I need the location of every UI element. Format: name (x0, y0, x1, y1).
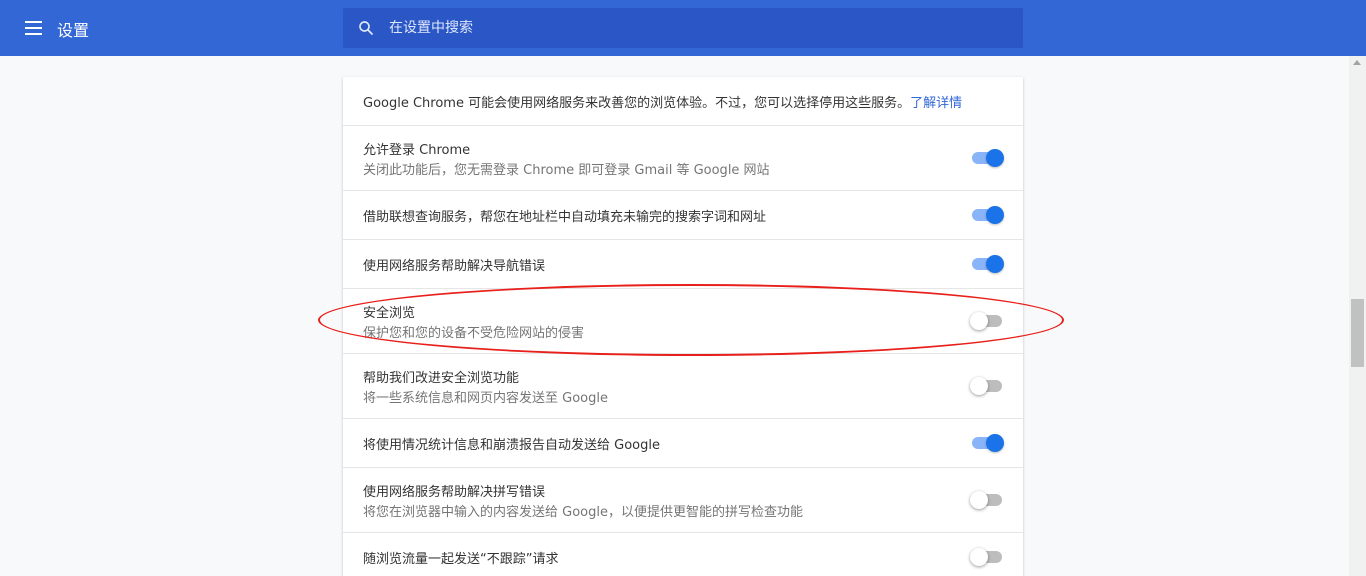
spelling-errors-toggle[interactable] (970, 491, 1004, 509)
setting-row-do-not-track: 随浏览流量一起发送“不跟踪”请求 (343, 532, 1023, 576)
setting-row-usage-statistics: 将使用情况统计信息和崩溃报告自动发送给 Google (343, 418, 1023, 467)
setting-title: 随浏览流量一起发送“不跟踪”请求 (363, 552, 559, 567)
setting-row-navigation-errors: 使用网络服务帮助解决导航错误 (343, 239, 1023, 288)
intro-description: Google Chrome 可能会使用网络服务来改善您的浏览体验。不过，您可以选… (363, 96, 911, 111)
setting-row-spelling-errors: 使用网络服务帮助解决拼写错误 将您在浏览器中输入的内容发送给 Google，以便… (343, 467, 1023, 532)
search-box[interactable] (343, 8, 1023, 48)
setting-subtitle: 关闭此功能后，您无需登录 Chrome 即可登录 Gmail 等 Google … (363, 163, 770, 178)
search-icon (359, 21, 373, 35)
vertical-scrollbar[interactable] (1349, 56, 1366, 576)
do-not-track-toggle[interactable] (970, 548, 1004, 566)
scrollbar-thumb[interactable] (1351, 299, 1364, 367)
setting-row-search-suggestions: 借助联想查询服务，帮您在地址栏中自动填充未输完的搜索字词和网址 (343, 190, 1023, 239)
setting-subtitle: 将您在浏览器中输入的内容发送给 Google，以便提供更智能的拼写检查功能 (363, 505, 803, 520)
setting-row-allow-chrome-signin: 允许登录 Chrome 关闭此功能后，您无需登录 Chrome 即可登录 Gma… (343, 125, 1023, 190)
setting-title: 使用网络服务帮助解决拼写错误 (363, 485, 546, 500)
search-suggestions-toggle[interactable] (970, 206, 1004, 224)
navigation-errors-toggle[interactable] (970, 255, 1004, 273)
setting-title: 安全浏览 (363, 306, 416, 321)
setting-title: 借助联想查询服务，帮您在地址栏中自动填充未输完的搜索字词和网址 (363, 210, 767, 225)
setting-title: 使用网络服务帮助解决导航错误 (363, 259, 546, 274)
setting-title: 将使用情况统计信息和崩溃报告自动发送给 Google (363, 438, 660, 453)
usage-statistics-toggle[interactable] (970, 434, 1004, 452)
setting-subtitle: 将一些系统信息和网页内容发送至 Google (363, 391, 608, 406)
privacy-settings-card: Google Chrome 可能会使用网络服务来改善您的浏览体验。不过，您可以选… (343, 77, 1023, 576)
allow-chrome-signin-toggle[interactable] (970, 149, 1004, 167)
menu-icon[interactable] (20, 16, 48, 40)
scroll-up-arrow-icon[interactable] (1353, 60, 1361, 65)
setting-title: 允许登录 Chrome (363, 143, 471, 158)
setting-subtitle: 保护您和您的设备不受危险网站的侵害 (363, 326, 585, 341)
page-title: 设置 (57, 21, 90, 40)
setting-title: 帮助我们改进安全浏览功能 (363, 371, 520, 386)
learn-more-link[interactable]: 了解详情 (910, 96, 962, 111)
setting-row-safe-browsing: 安全浏览 保护您和您的设备不受危险网站的侵害 (343, 288, 1023, 353)
settings-toolbar: 设置 (0, 0, 1366, 56)
setting-row-improve-safe-browsing: 帮助我们改进安全浏览功能 将一些系统信息和网页内容发送至 Google (343, 353, 1023, 418)
intro-text: Google Chrome 可能会使用网络服务来改善您的浏览体验。不过，您可以选… (363, 92, 962, 111)
improve-safe-browsing-toggle[interactable] (970, 377, 1004, 395)
safe-browsing-toggle[interactable] (970, 312, 1004, 330)
search-input[interactable] (389, 8, 1009, 48)
